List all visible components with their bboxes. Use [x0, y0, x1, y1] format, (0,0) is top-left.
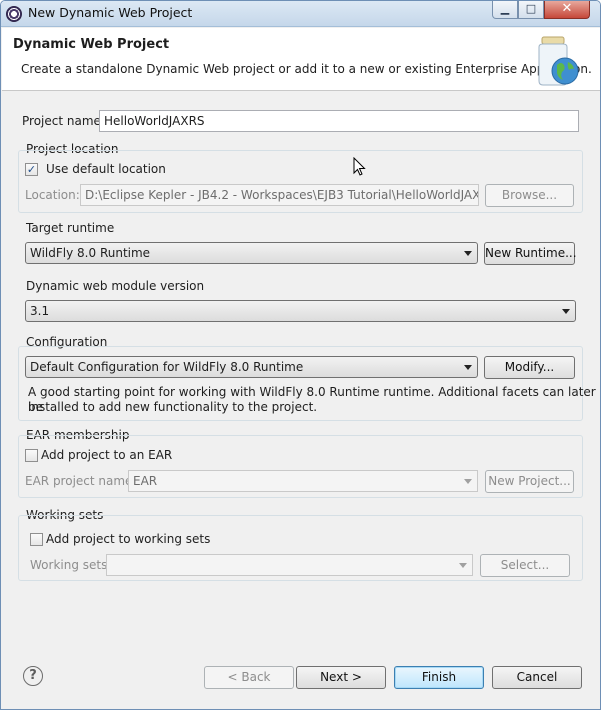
modify-button[interactable]: Modify...: [484, 356, 575, 379]
working-sets-select[interactable]: [106, 554, 473, 576]
module-version-select[interactable]: 3.1: [25, 300, 576, 322]
wizard-content: Project name: HelloWorldJAXRS Project lo…: [1, 92, 600, 652]
chevron-down-icon: [459, 563, 467, 568]
add-to-ear-checkbox[interactable]: [25, 449, 38, 462]
new-runtime-button[interactable]: New Runtime...: [484, 242, 577, 265]
wizard-footer: ? < Back Next > Finish Cancel: [1, 652, 600, 709]
configuration-description-line2: installed to add new functionality to th…: [28, 400, 318, 414]
location-label: Location:: [25, 188, 80, 202]
chevron-down-icon: [464, 479, 472, 484]
module-version-value: 3.1: [30, 304, 50, 318]
project-name-label: Project name:: [22, 114, 105, 128]
configuration-select[interactable]: Default Configuration for WildFly 8.0 Ru…: [25, 356, 478, 378]
ear-project-name-select[interactable]: EAR: [128, 470, 478, 492]
ear-project-name-label: EAR project name:: [25, 474, 137, 488]
browse-button[interactable]: Browse...: [485, 184, 574, 207]
location-input[interactable]: D:\Eclipse Kepler - JB4.2 - Workspaces\E…: [80, 184, 479, 206]
web-project-jar-icon: [538, 36, 579, 86]
dialog-window: New Dynamic Web Project ▁ □ ✕ Dynamic We…: [0, 0, 601, 710]
back-button[interactable]: < Back: [204, 666, 294, 689]
target-runtime-label: Target runtime: [26, 221, 115, 235]
select-working-sets-button[interactable]: Select...: [480, 554, 570, 577]
banner-description: Create a standalone Dynamic Web project …: [21, 62, 592, 76]
add-to-working-sets-label: Add project to working sets: [46, 532, 211, 546]
help-icon[interactable]: ?: [23, 666, 43, 686]
chevron-down-icon: [562, 309, 570, 314]
next-button[interactable]: Next >: [296, 666, 386, 689]
wizard-banner: Dynamic Web Project Create a standalone …: [2, 28, 600, 91]
title-bar: New Dynamic Web Project ▁ □ ✕: [1, 1, 600, 27]
banner-title: Dynamic Web Project: [13, 37, 170, 52]
add-to-ear-label: Add project to an EAR: [41, 448, 173, 462]
module-version-label: Dynamic web module version: [26, 279, 205, 293]
mouse-cursor-icon: [353, 157, 366, 176]
maximize-button[interactable]: □: [518, 1, 544, 19]
eclipse-icon: [6, 6, 22, 22]
configuration-value: Default Configuration for WildFly 8.0 Ru…: [30, 360, 304, 374]
use-default-location-label: Use default location: [46, 162, 166, 176]
target-runtime-select[interactable]: WildFly 8.0 Runtime: [25, 242, 478, 264]
chevron-down-icon: [464, 251, 472, 256]
finish-button[interactable]: Finish: [394, 666, 484, 689]
window-title: New Dynamic Web Project: [28, 5, 193, 20]
chevron-down-icon: [464, 365, 472, 370]
add-to-working-sets-checkbox[interactable]: [30, 533, 43, 546]
cancel-button[interactable]: Cancel: [492, 666, 582, 689]
minimize-button[interactable]: ▁: [492, 1, 518, 19]
working-sets-label: Working sets:: [30, 558, 112, 572]
close-button[interactable]: ✕: [544, 1, 590, 19]
use-default-location-checkbox[interactable]: ✓: [25, 163, 38, 176]
ear-project-name-value: EAR: [133, 474, 158, 488]
target-runtime-value: WildFly 8.0 Runtime: [30, 246, 151, 260]
project-name-input[interactable]: HelloWorldJAXRS: [99, 110, 579, 132]
new-project-button[interactable]: New Project...: [485, 470, 574, 493]
